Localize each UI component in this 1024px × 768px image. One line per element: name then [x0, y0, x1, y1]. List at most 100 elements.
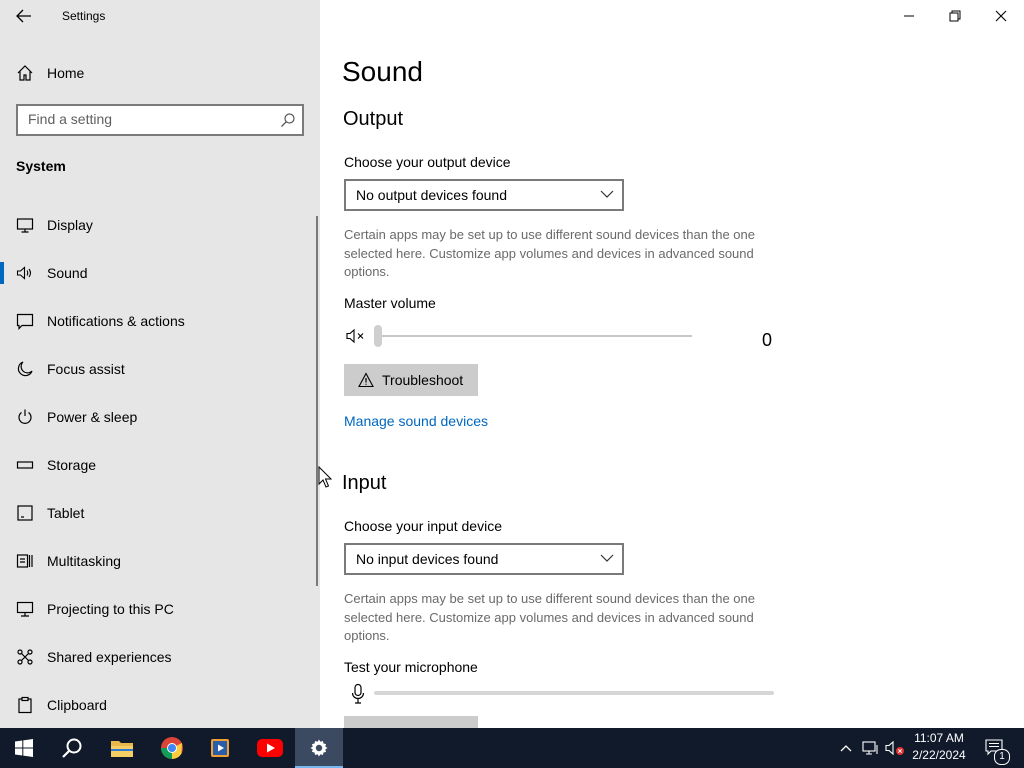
chrome-icon: [161, 737, 183, 759]
sidebar-item-tablet[interactable]: Tablet: [0, 493, 316, 533]
sidebar-item-sound[interactable]: Sound: [0, 253, 316, 293]
volume-tray-button[interactable]: [884, 728, 906, 768]
sidebar-item-home[interactable]: Home: [0, 53, 316, 93]
action-center-button[interactable]: 1: [980, 728, 1010, 768]
test-microphone-label: Test your microphone: [344, 659, 478, 675]
microphone-level-meter: [374, 691, 774, 695]
sidebar-item-label: Clipboard: [47, 697, 107, 713]
output-device-dropdown[interactable]: No output devices found: [344, 179, 624, 211]
output-description: Certain apps may be set up to use differ…: [344, 227, 755, 279]
troubleshoot-button[interactable]: Troubleshoot: [344, 364, 478, 396]
notifications-icon: [16, 312, 34, 330]
multitasking-icon: [16, 552, 34, 570]
sidebar-item-multitasking[interactable]: Multitasking: [0, 541, 316, 581]
sidebar-item-label: Tablet: [47, 505, 85, 521]
page-title: Sound: [342, 56, 423, 87]
tablet-icon: [16, 504, 34, 522]
youtube-icon: [257, 739, 283, 757]
search-icon: [280, 112, 296, 128]
input-device-value: No input devices found: [356, 551, 499, 567]
taskbar-youtube[interactable]: [246, 728, 294, 768]
minimize-icon: [904, 15, 914, 17]
section-title: System: [16, 158, 66, 174]
sidebar-item-label: Projecting to this PC: [47, 601, 174, 617]
sound-settings-page: Sound Output Choose your output device N…: [320, 0, 1024, 728]
close-button[interactable]: [978, 0, 1024, 32]
display-icon: [16, 216, 34, 234]
sidebar-item-label: Multitasking: [47, 553, 121, 569]
sidebar-item-label: Display: [47, 217, 93, 233]
taskbar: 11:07 AM 2/22/2024 1: [0, 728, 1024, 768]
volume-thumb[interactable]: [374, 325, 382, 347]
sidebar-item-label: Power & sleep: [47, 409, 138, 425]
taskbar-clock[interactable]: 11:07 AM 2/22/2024: [906, 730, 972, 764]
speaker-muted-icon[interactable]: [346, 327, 366, 345]
clipboard-icon: [16, 696, 34, 714]
moon-icon: [16, 360, 34, 378]
input-device-dropdown[interactable]: No input devices found: [344, 543, 624, 575]
active-indicator: [0, 262, 4, 284]
sidebar-item-label: Sound: [47, 265, 88, 281]
sidebar-item-label: Focus assist: [47, 361, 125, 377]
taskbar-search-button[interactable]: [48, 728, 96, 768]
storage-icon: [16, 456, 34, 474]
show-hidden-icons-button[interactable]: [836, 728, 856, 768]
clock-date: 2/22/2024: [912, 748, 966, 762]
restore-button[interactable]: [932, 0, 978, 32]
warning-icon: [358, 372, 374, 388]
back-button[interactable]: [12, 6, 36, 26]
output-device-label: Choose your output device: [344, 154, 511, 170]
search-icon: [62, 738, 82, 758]
sidebar-item-notifications[interactable]: Notifications & actions: [0, 301, 316, 341]
master-volume-slider[interactable]: [374, 324, 694, 348]
volume-value: 0: [762, 330, 773, 350]
clock-time: 11:07 AM: [914, 731, 964, 745]
mouse-cursor-icon: [318, 466, 332, 488]
sidebar-item-clipboard[interactable]: Clipboard: [0, 685, 316, 725]
close-icon: [995, 10, 1007, 22]
volume-muted-icon: [885, 740, 904, 756]
manage-sound-devices-link[interactable]: Manage sound devices: [344, 413, 488, 429]
notification-count-badge: 1: [994, 749, 1010, 765]
settings-sidebar: Settings Home System Display Sound Notif…: [0, 0, 320, 728]
input-heading: Input: [342, 472, 387, 494]
home-icon: [16, 64, 34, 82]
speaker-icon: [16, 264, 34, 282]
sidebar-item-storage[interactable]: Storage: [0, 445, 316, 485]
start-test-button[interactable]: [344, 716, 478, 728]
sidebar-scrollbar[interactable]: [316, 216, 318, 586]
taskbar-settings[interactable]: [295, 728, 343, 768]
sidebar-item-focus-assist[interactable]: Focus assist: [0, 349, 316, 389]
search-input[interactable]: [28, 111, 268, 127]
start-button[interactable]: [0, 728, 48, 768]
chevron-up-icon: [840, 745, 852, 752]
file-explorer-icon: [111, 741, 133, 757]
chevron-down-icon: [600, 554, 614, 562]
settings-icon: [310, 739, 328, 757]
chevron-down-icon: [600, 190, 614, 198]
windows-start-icon: [15, 739, 33, 757]
media-player-icon: [211, 739, 229, 757]
sidebar-item-shared-experiences[interactable]: Shared experiences: [0, 637, 316, 677]
taskbar-chrome[interactable]: [148, 728, 196, 768]
sidebar-item-projecting[interactable]: Projecting to this PC: [0, 589, 316, 629]
sidebar-item-label: Home: [47, 65, 85, 81]
sidebar-item-power-sleep[interactable]: Power & sleep: [0, 397, 316, 437]
sidebar-item-display[interactable]: Display: [0, 205, 316, 245]
input-description: Certain apps may be set up to use differ…: [344, 591, 755, 643]
sidebar-item-label: Notifications & actions: [47, 313, 185, 329]
shared-icon: [16, 648, 34, 666]
troubleshoot-label: Troubleshoot: [382, 372, 464, 388]
app-title: Settings: [62, 9, 106, 23]
input-device-label: Choose your input device: [344, 518, 502, 534]
search-box[interactable]: [16, 104, 304, 136]
taskbar-media-player[interactable]: [196, 728, 244, 768]
network-tray-button[interactable]: [860, 728, 882, 768]
master-volume-label: Master volume: [344, 295, 436, 311]
minimize-button[interactable]: [886, 0, 932, 32]
output-device-value: No output devices found: [356, 187, 507, 203]
network-icon: [862, 741, 878, 755]
microphone-icon: [350, 683, 366, 705]
restore-icon: [949, 10, 961, 22]
taskbar-file-explorer[interactable]: [98, 728, 146, 768]
